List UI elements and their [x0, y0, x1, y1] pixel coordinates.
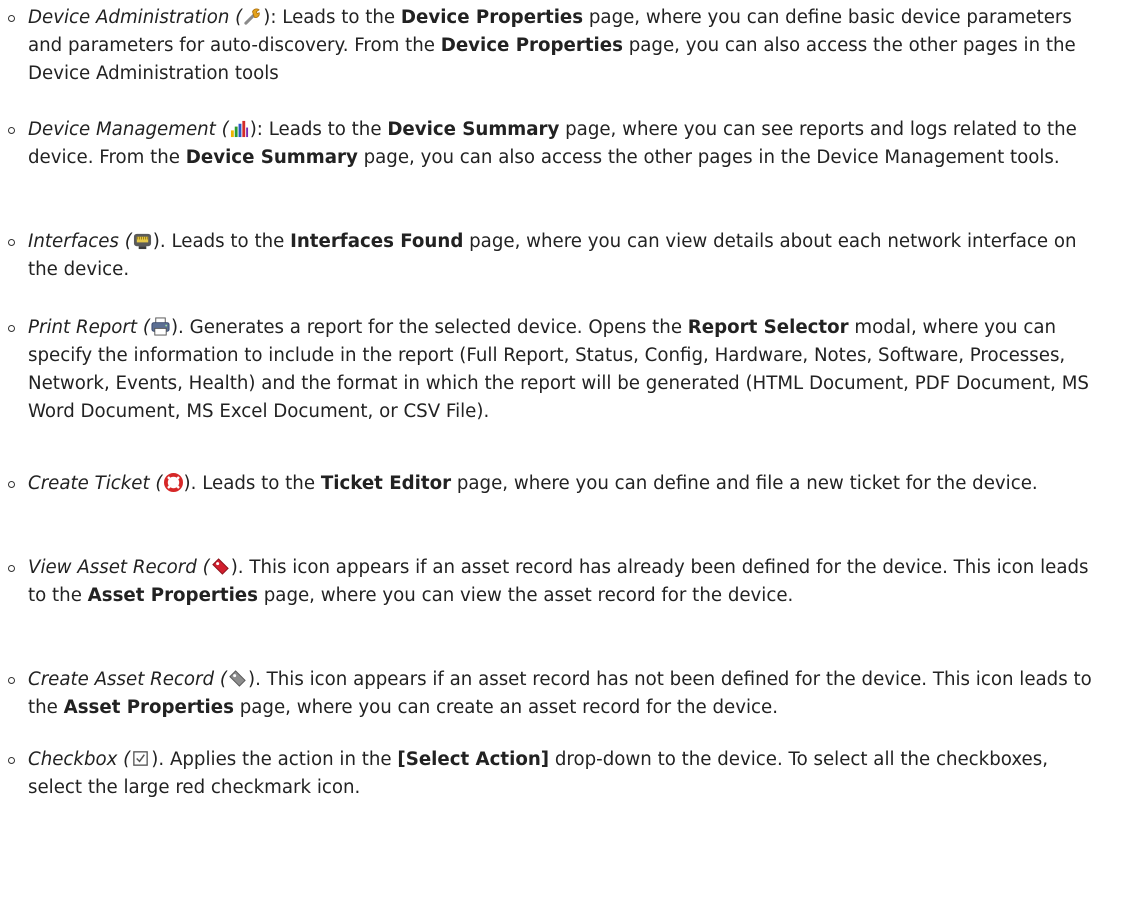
list-item-text: Device Administration (): Leads to the D…	[28, 7, 1076, 84]
list-item-text: Interfaces (). Leads to the Interfaces F…	[28, 231, 1077, 280]
bullet	[8, 239, 15, 246]
term: Device Summary	[185, 147, 358, 168]
list-item-text: Create Ticket (). Leads to the Ticket Ed…	[28, 473, 1038, 494]
bullet	[8, 15, 15, 22]
term: Asset Properties	[63, 697, 234, 718]
term: Device Properties	[400, 7, 584, 28]
network-port-icon	[133, 231, 152, 250]
tool-name: Create Asset Record	[28, 669, 215, 690]
list-item-text: Print Report (). Generates a report for …	[28, 317, 1089, 422]
life-ring-icon	[163, 473, 183, 492]
printer-icon	[151, 317, 170, 336]
term: Interfaces Found	[290, 231, 464, 252]
tool-name: Device Administration	[28, 7, 230, 28]
list-item-text: Checkbox (). Applies the action in the […	[28, 749, 1048, 798]
tool-name: Print Report	[28, 317, 138, 338]
tool-name: Checkbox	[28, 749, 118, 770]
bullet	[8, 127, 15, 134]
bar-chart-icon	[230, 119, 249, 138]
term: Ticket Editor	[320, 473, 452, 494]
term: Device Properties	[440, 35, 623, 56]
bullet	[8, 565, 15, 572]
tool-name: Interfaces	[28, 231, 119, 252]
tool-name: View Asset Record	[28, 557, 197, 578]
list-item-text: Device Management (): Leads to the Devic…	[28, 119, 1077, 168]
tool-name: Device Management	[28, 119, 216, 140]
gray-tag-icon	[228, 669, 247, 688]
checkbox-icon	[131, 749, 150, 768]
term: [Select Action]	[397, 749, 550, 770]
red-tag-icon	[211, 557, 230, 576]
term: Report Selector	[687, 317, 849, 338]
bullet	[8, 481, 15, 488]
list-item-text: View Asset Record (). This icon appears …	[28, 557, 1089, 606]
term: Asset Properties	[87, 585, 258, 606]
tool-name: Create Ticket	[28, 473, 150, 494]
term: Device Summary	[387, 119, 560, 140]
bullet	[8, 677, 15, 684]
list-item-text: Create Asset Record (). This icon appear…	[28, 669, 1092, 718]
bullet	[8, 757, 15, 764]
wrench-icon	[243, 7, 262, 26]
bullet	[8, 325, 15, 332]
document: Device Administration (): Leads to the D…	[0, 0, 1121, 905]
